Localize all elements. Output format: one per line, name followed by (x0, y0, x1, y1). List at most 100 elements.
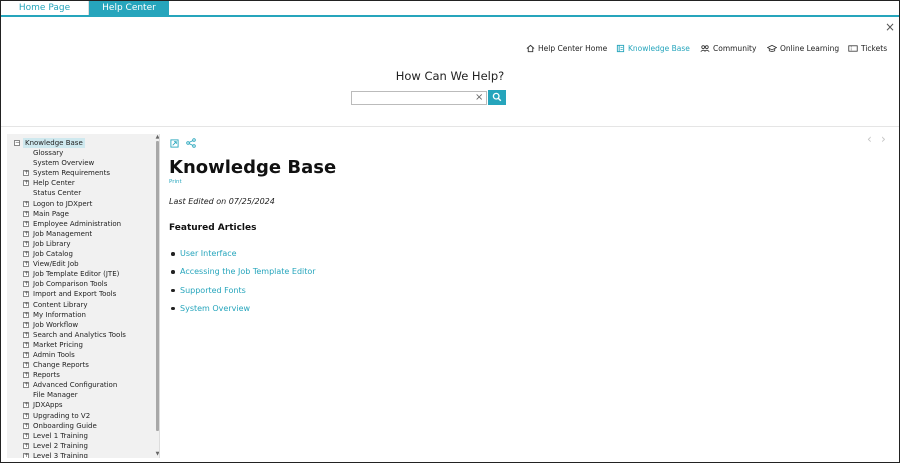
article-link-supported-fonts[interactable]: Supported Fonts (180, 286, 246, 295)
expand-icon[interactable]: + (23, 382, 29, 389)
tree-item[interactable]: + Level 3 Training (7, 451, 155, 458)
tree-item[interactable]: + Job Workflow (7, 320, 155, 330)
expand-icon[interactable]: + (23, 432, 29, 439)
tree-item[interactable]: Glossary (7, 148, 155, 158)
expand-icon[interactable]: + (23, 261, 29, 268)
list-item: System Overview (169, 302, 316, 320)
tree-item[interactable]: + Advanced Configuration (7, 380, 155, 390)
tree-item[interactable]: + Level 2 Training (7, 441, 155, 451)
help-heading: How Can We Help? (395, 69, 505, 83)
tree-item[interactable]: + Job Management (7, 229, 155, 239)
tree-item[interactable]: + System Requirements (7, 168, 155, 178)
expand-icon[interactable]: + (23, 321, 29, 328)
tree-root-label: Knowledge Base (23, 138, 85, 149)
nav-tickets-label: Tickets (861, 44, 888, 53)
tree-item[interactable]: System Overview (7, 158, 155, 168)
expand-icon[interactable]: + (23, 240, 29, 247)
expand-icon[interactable]: + (23, 271, 29, 278)
tree-item-label: Advanced Configuration (33, 381, 118, 390)
tree-item[interactable]: + Reports (7, 370, 155, 380)
close-icon[interactable]: × (885, 20, 895, 34)
article-link-job-template-editor[interactable]: Accessing the Job Template Editor (180, 267, 316, 276)
expand-icon[interactable]: + (23, 251, 29, 258)
expand-icon[interactable]: + (23, 412, 29, 419)
tree-item[interactable]: Status Center (7, 188, 155, 198)
clear-icon[interactable]: × (475, 91, 483, 105)
tree-item[interactable]: + Employee Administration (7, 219, 155, 229)
article-link-system-overview[interactable]: System Overview (180, 304, 250, 313)
tree-item[interactable]: + Logon to JDXpert (7, 199, 155, 209)
tree-item[interactable]: + Level 1 Training (7, 431, 155, 441)
article-link-user-interface[interactable]: User Interface (180, 249, 237, 258)
nav-knowledge-base[interactable]: Knowledge Base (616, 43, 690, 55)
expand-icon[interactable]: + (23, 180, 29, 187)
share-button[interactable] (186, 133, 196, 152)
expand-icon[interactable]: + (23, 331, 29, 338)
search-input[interactable] (351, 91, 487, 105)
tree-item[interactable]: + Import and Export Tools (7, 289, 155, 299)
tree-item-label: My Information (33, 310, 86, 319)
last-edited-date: Last Edited on 07/25/2024 (169, 197, 275, 206)
tree-item[interactable]: + My Information (7, 310, 155, 320)
tree-item[interactable]: + JDXApps (7, 400, 155, 410)
tree-item[interactable]: + Job Catalog (7, 249, 155, 259)
expand-icon[interactable]: + (23, 402, 29, 409)
nav-tickets[interactable]: Tickets (848, 43, 887, 55)
expand-icon[interactable]: + (23, 311, 29, 318)
nav-community[interactable]: Community (700, 43, 756, 55)
tree-item-label: Main Page (33, 209, 69, 218)
expand-icon[interactable]: + (23, 362, 29, 369)
expand-icon[interactable]: + (23, 200, 29, 207)
tree-item[interactable]: + Onboarding Guide (7, 421, 155, 431)
expand-icon[interactable]: + (23, 281, 29, 288)
tree-item[interactable]: + Main Page (7, 209, 155, 219)
search-button[interactable] (488, 90, 506, 105)
tab-home-page[interactable]: Home Page (1, 1, 89, 15)
search-icon (492, 92, 502, 102)
tree-item[interactable]: + Help Center (7, 178, 155, 188)
print-link[interactable]: Print (169, 179, 182, 185)
tree-item[interactable]: + Content Library (7, 300, 155, 310)
expand-icon[interactable]: + (23, 291, 29, 298)
expand-icon[interactable]: + (23, 210, 29, 217)
nav-online-learning[interactable]: Online Learning (766, 43, 839, 55)
tree-item[interactable]: + Market Pricing (7, 340, 155, 350)
expand-icon[interactable]: + (23, 442, 29, 449)
expand-icon[interactable]: + (23, 220, 29, 227)
tab-help-center[interactable]: Help Center (89, 1, 169, 15)
tree-item-label: Onboarding Guide (33, 421, 97, 430)
tree-item[interactable]: File Manager (7, 390, 155, 400)
top-tab-bar: Home Page Help Center (1, 1, 899, 17)
expand-icon[interactable]: + (23, 170, 29, 177)
navigation-tree: − Knowledge Base Glossary System Overview… (7, 138, 155, 458)
expand-icon[interactable]: + (23, 230, 29, 237)
expand-icon[interactable]: + (23, 341, 29, 348)
nav-help-center-home[interactable]: Help Center Home (526, 43, 607, 55)
expand-icon[interactable]: + (23, 372, 29, 379)
expand-icon[interactable]: + (23, 452, 29, 458)
tree-item[interactable]: + Admin Tools (7, 350, 155, 360)
nav-knowledge-base-label: Knowledge Base (628, 44, 690, 53)
expand-icon[interactable]: + (23, 422, 29, 429)
expand-panel-button[interactable] (170, 133, 179, 152)
tree-item[interactable]: + Change Reports (7, 360, 155, 370)
tree-item[interactable]: + Upgrading to V2 (7, 411, 155, 421)
tree-item[interactable]: + Job Template Editor (JTE) (7, 269, 155, 279)
tree-item-label: Logon to JDXpert (33, 199, 93, 208)
list-item: Accessing the Job Template Editor (169, 265, 316, 283)
tree-item[interactable]: + Job Library (7, 239, 155, 249)
scroll-down-arrow-icon[interactable]: ▼ (155, 452, 159, 457)
collapse-icon[interactable]: − (14, 140, 20, 146)
tree-item-label: Level 2 Training (33, 441, 89, 450)
scroll-up-arrow-icon[interactable]: ▲ (155, 135, 159, 140)
tree-item-label: Job Workflow (33, 320, 79, 329)
previous-article-icon[interactable]: ‹ (867, 132, 872, 146)
tree-item[interactable]: + View/Edit Job (7, 259, 155, 269)
sidebar-scroll-thumb[interactable] (156, 141, 159, 431)
expand-icon[interactable]: + (23, 301, 29, 308)
tree-root-knowledge-base[interactable]: − Knowledge Base (7, 138, 155, 149)
next-article-icon[interactable]: › (881, 132, 886, 146)
tree-item[interactable]: + Job Comparison Tools (7, 279, 155, 289)
tree-item[interactable]: + Search and Analytics Tools (7, 330, 155, 340)
expand-icon[interactable]: + (23, 351, 29, 358)
